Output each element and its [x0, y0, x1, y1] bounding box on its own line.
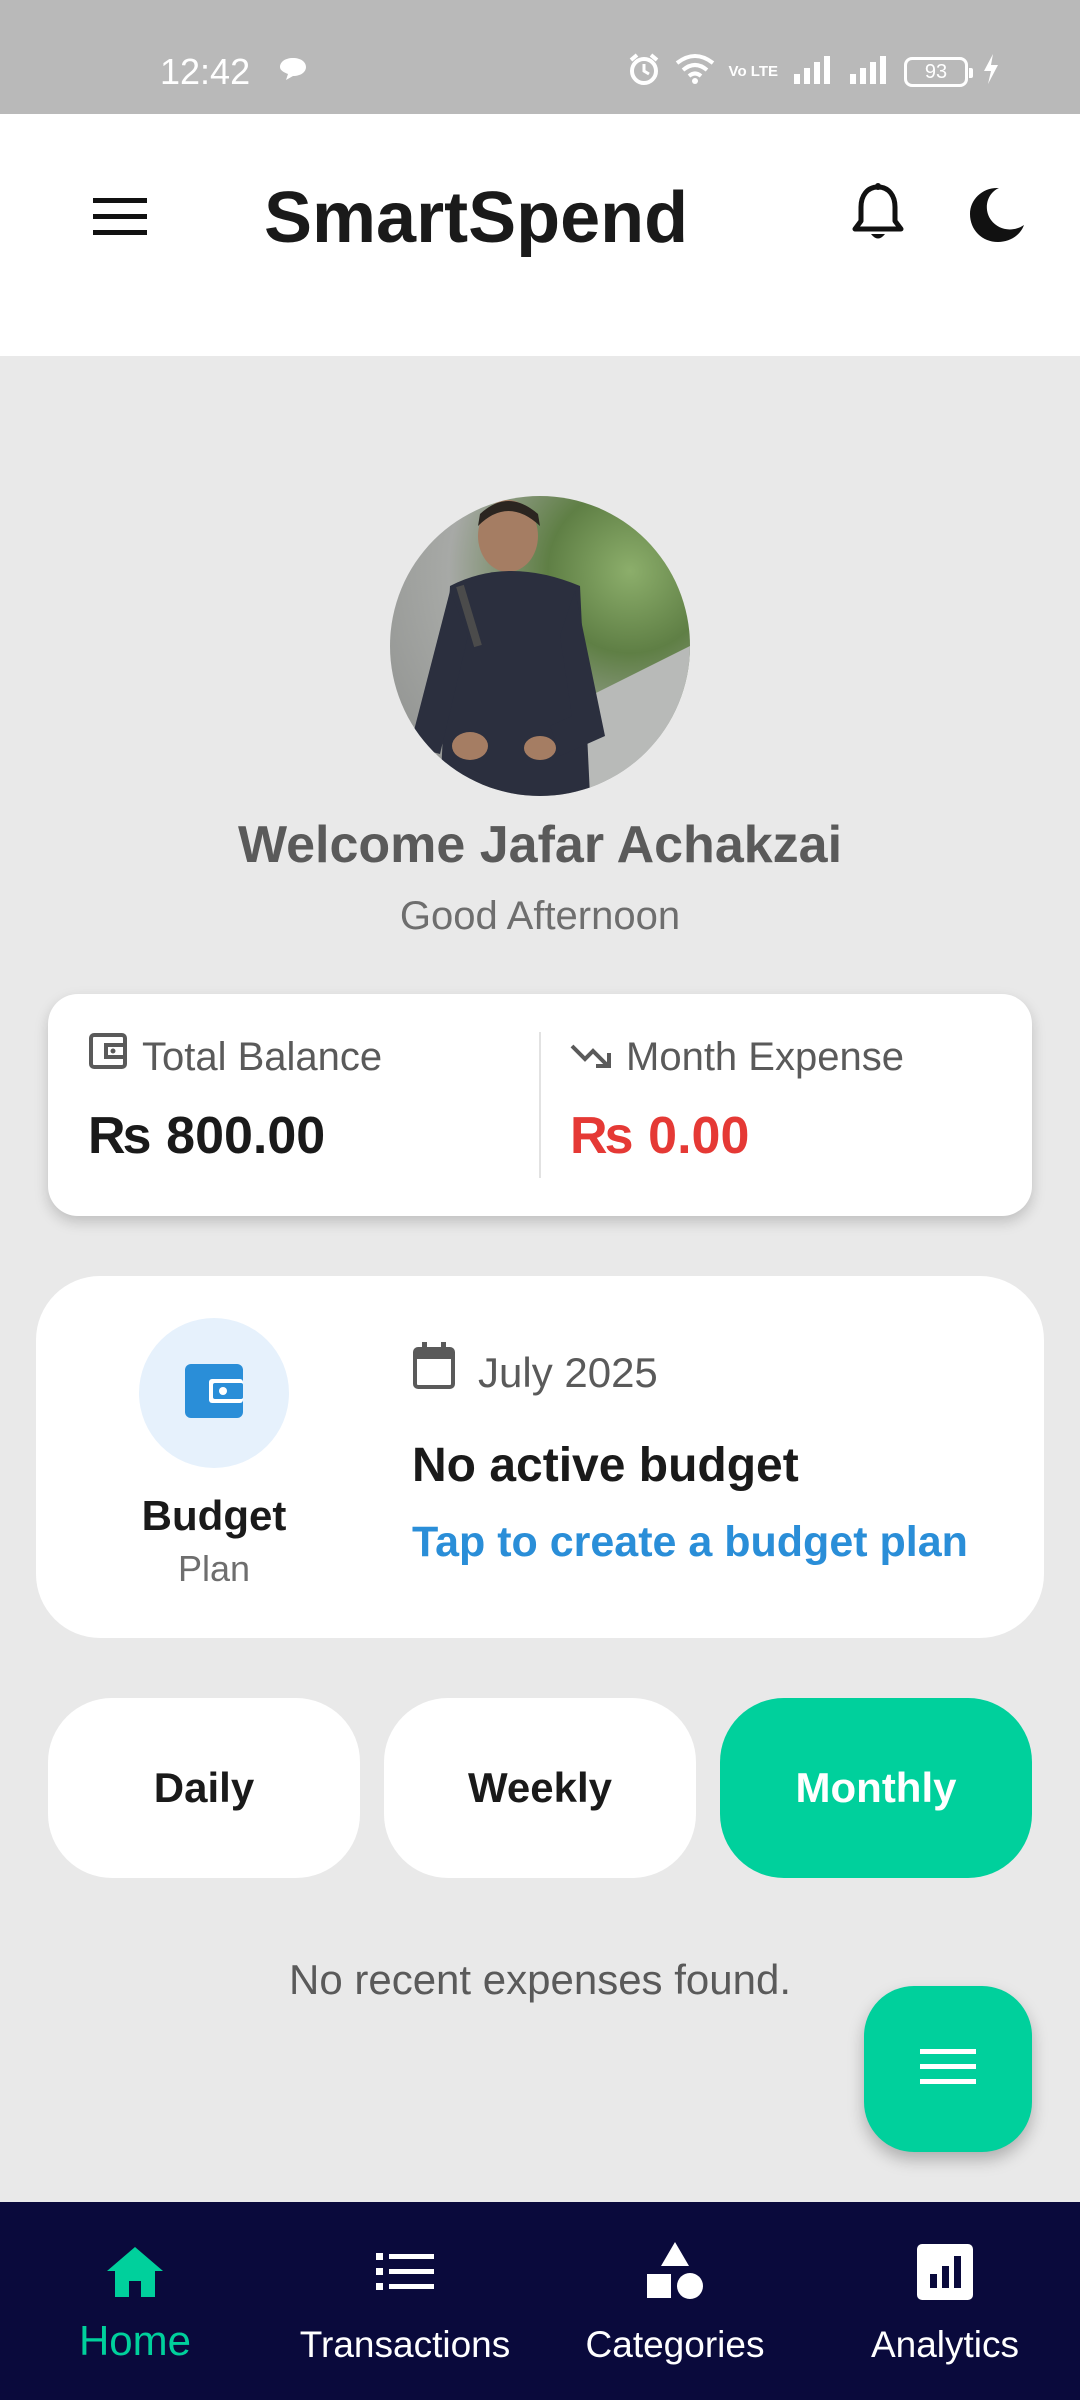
signal-icon	[792, 54, 834, 89]
nav-item-analytics[interactable]: Analytics	[840, 2202, 1050, 2400]
budget-subtitle: Plan	[177, 1548, 251, 1589]
nav-item-categories[interactable]: Categories	[570, 2202, 780, 2400]
balance-summary-card: Total Balance ₨ 800.00 Month Expense ₨ 0…	[48, 994, 1032, 1216]
tab-monthly[interactable]: Monthly	[720, 1698, 1032, 1878]
status-icons: Vo LTE 93	[627, 52, 1000, 91]
total-balance-value: ₨ 800.00	[88, 1107, 326, 1165]
nav-label-analytics: Analytics	[870, 2324, 1020, 2365]
budget-month: July 2025	[412, 1342, 658, 1404]
budget-month-label: July 2025	[478, 1349, 658, 1396]
nav-label-home: Home	[78, 2317, 192, 2364]
trending-down-icon	[570, 1032, 612, 1082]
menu-lines-icon	[920, 2048, 976, 2090]
notifications-button[interactable]	[846, 180, 910, 252]
month-expense-value: ₨ 0.00	[570, 1107, 750, 1165]
bell-icon	[851, 182, 905, 250]
category-shapes-icon	[645, 2241, 705, 2307]
total-balance-section: Total Balance ₨ 800.00	[88, 1032, 382, 1166]
wallet-icon	[185, 1363, 243, 1423]
budget-icon-badge	[139, 1318, 289, 1468]
budget-card[interactable]: Budget Plan July 2025 No active budget T…	[36, 1276, 1044, 1638]
moon-icon	[969, 185, 1027, 248]
nav-item-transactions[interactable]: Transactions	[280, 2202, 530, 2400]
alarm-icon	[627, 52, 661, 91]
app-title: SmartSpend	[264, 178, 689, 258]
status-time: 12:42	[160, 51, 251, 92]
app-header: SmartSpend	[0, 114, 1080, 356]
home-screen: 12:42 Vo LTE 93 SmartSpend Welcome Jafar…	[0, 0, 1080, 2400]
tab-daily[interactable]: Daily	[48, 1698, 360, 1878]
wifi-icon	[675, 53, 715, 90]
tab-weekly[interactable]: Weekly	[384, 1698, 696, 1878]
avatar[interactable]	[390, 496, 690, 796]
nav-label-transactions: Transactions	[299, 2324, 511, 2365]
bar-chart-icon	[917, 2243, 973, 2305]
create-budget-link[interactable]: Tap to create a budget plan	[412, 1514, 968, 1570]
month-expense-section: Month Expense ₨ 0.00	[570, 1032, 904, 1166]
menu-button[interactable]	[88, 186, 152, 250]
budget-title: Budget	[141, 1492, 287, 1539]
greeting-text: Good Afternoon	[399, 894, 681, 938]
month-expense-label: Month Expense	[626, 1035, 904, 1079]
nav-label-categories: Categories	[585, 2324, 765, 2365]
home-icon	[105, 2245, 165, 2304]
calendar-icon	[412, 1342, 456, 1404]
charging-icon	[982, 53, 1000, 90]
volte-icon: Vo LTE	[728, 62, 778, 80]
menu-fab-button[interactable]	[864, 1986, 1032, 2152]
chat-notification-icon	[278, 56, 308, 87]
nav-item-home[interactable]: Home	[54, 2202, 216, 2400]
wallet-outline-icon	[88, 1032, 128, 1082]
welcome-text: Welcome Jafar Achakzai	[237, 816, 843, 874]
theme-toggle-button[interactable]	[966, 180, 1030, 252]
list-icon	[376, 2251, 434, 2298]
summary-divider	[539, 1032, 541, 1178]
hamburger-icon	[91, 195, 149, 242]
status-bar: 12:42 Vo LTE 93	[0, 0, 1080, 114]
total-balance-label: Total Balance	[142, 1035, 383, 1079]
budget-status: No active budget	[412, 1439, 799, 1492]
signal-icon-2	[848, 54, 890, 89]
bottom-navigation: Home Transactions Categories Analytics	[0, 2202, 1080, 2400]
battery-indicator: 93	[904, 56, 973, 87]
